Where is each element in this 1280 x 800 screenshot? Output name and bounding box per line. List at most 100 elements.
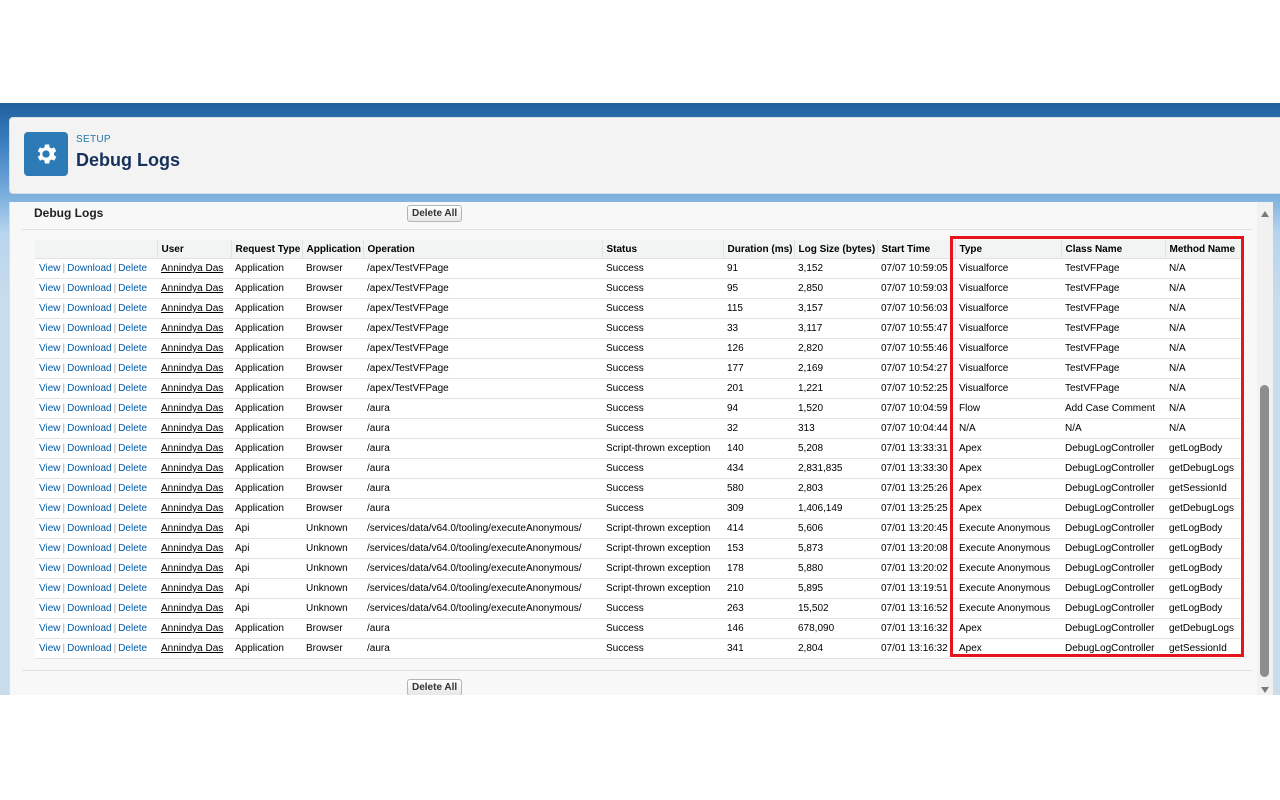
view-link[interactable]: View — [39, 283, 61, 294]
user-link[interactable]: Annindya Das — [161, 543, 223, 554]
view-link[interactable]: View — [39, 463, 61, 474]
delete-link[interactable]: Delete — [118, 643, 147, 654]
view-link[interactable]: View — [39, 623, 61, 634]
download-link[interactable]: Download — [67, 423, 111, 434]
request-type-cell: Application — [231, 358, 302, 379]
view-link[interactable]: View — [39, 423, 61, 434]
download-link[interactable]: Download — [67, 483, 111, 494]
delete-link[interactable]: Delete — [118, 543, 147, 554]
request-type-cell: Application — [231, 478, 302, 499]
view-link[interactable]: View — [39, 363, 61, 374]
status-cell: Script-thrown exception — [602, 578, 723, 599]
view-link[interactable]: View — [39, 643, 61, 654]
download-link[interactable]: Download — [67, 303, 111, 314]
user-link[interactable]: Annindya Das — [161, 463, 223, 474]
view-link[interactable]: View — [39, 403, 61, 414]
delete-link[interactable]: Delete — [118, 303, 147, 314]
download-link[interactable]: Download — [67, 283, 111, 294]
vertical-scrollbar[interactable] — [1257, 202, 1273, 695]
view-link[interactable]: View — [39, 523, 61, 534]
user-link[interactable]: Annindya Das — [161, 483, 223, 494]
download-link[interactable]: Download — [67, 263, 111, 274]
delete-link[interactable]: Delete — [118, 503, 147, 514]
delete-link[interactable]: Delete — [118, 443, 147, 454]
view-link[interactable]: View — [39, 343, 61, 354]
download-link[interactable]: Download — [67, 443, 111, 454]
user-link[interactable]: Annindya Das — [161, 643, 223, 654]
user-link[interactable]: Annindya Das — [161, 603, 223, 614]
delete-link[interactable]: Delete — [118, 283, 147, 294]
delete-all-button-bottom[interactable]: Delete All — [407, 679, 463, 695]
download-link[interactable]: Download — [67, 323, 111, 334]
download-link[interactable]: Download — [67, 603, 111, 614]
view-link[interactable]: View — [39, 303, 61, 314]
view-link[interactable]: View — [39, 263, 61, 274]
user-link[interactable]: Annindya Das — [161, 503, 223, 514]
class-name-cell: TestVFPage — [1061, 358, 1165, 379]
download-link[interactable]: Download — [67, 403, 111, 414]
download-link[interactable]: Download — [67, 543, 111, 554]
download-link[interactable]: Download — [67, 383, 111, 394]
download-link[interactable]: Download — [67, 523, 111, 534]
delete-link[interactable]: Delete — [118, 383, 147, 394]
download-link[interactable]: Download — [67, 463, 111, 474]
table-row: View | Download | Delete Annindya Das Applicat… — [35, 478, 1241, 499]
view-link[interactable]: View — [39, 583, 61, 594]
view-link[interactable]: View — [39, 443, 61, 454]
user-link[interactable]: Annindya Das — [161, 363, 223, 374]
delete-link[interactable]: Delete — [118, 363, 147, 374]
delete-link[interactable]: Delete — [118, 623, 147, 634]
view-link[interactable]: View — [39, 503, 61, 514]
delete-link[interactable]: Delete — [118, 563, 147, 574]
user-link[interactable]: Annindya Das — [161, 263, 223, 274]
user-link[interactable]: Annindya Das — [161, 443, 223, 454]
view-link[interactable]: View — [39, 483, 61, 494]
header-eyebrow: SETUP — [76, 134, 111, 145]
delete-link[interactable]: Delete — [118, 463, 147, 474]
delete-link[interactable]: Delete — [118, 603, 147, 614]
download-link[interactable]: Download — [67, 583, 111, 594]
scrollbar-thumb[interactable] — [1260, 385, 1269, 677]
download-link[interactable]: Download — [67, 623, 111, 634]
user-link[interactable]: Annindya Das — [161, 383, 223, 394]
method-name-cell: getLogBody — [1165, 518, 1241, 539]
start-time-cell: 07/07 10:52:25 — [877, 378, 955, 399]
user-link[interactable]: Annindya Das — [161, 283, 223, 294]
delete-all-button-top[interactable]: Delete All — [407, 205, 463, 222]
user-link[interactable]: Annindya Das — [161, 623, 223, 634]
delete-link[interactable]: Delete — [118, 403, 147, 414]
user-link[interactable]: Annindya Das — [161, 523, 223, 534]
download-link[interactable]: Download — [67, 343, 111, 354]
user-link[interactable]: Annindya Das — [161, 583, 223, 594]
view-link[interactable]: View — [39, 603, 61, 614]
download-link[interactable]: Download — [67, 563, 111, 574]
user-link[interactable]: Annindya Das — [161, 303, 223, 314]
method-name-cell: getSessionId — [1165, 478, 1241, 499]
delete-link[interactable]: Delete — [118, 263, 147, 274]
delete-link[interactable]: Delete — [118, 423, 147, 434]
scroll-up-arrow-icon[interactable] — [1261, 211, 1269, 217]
delete-link[interactable]: Delete — [118, 583, 147, 594]
user-link[interactable]: Annindya Das — [161, 323, 223, 334]
delete-link[interactable]: Delete — [118, 523, 147, 534]
log-size-cell: 1,520 — [794, 398, 877, 419]
delete-link[interactable]: Delete — [118, 483, 147, 494]
view-link[interactable]: View — [39, 323, 61, 334]
type-cell: Execute Anonymous — [955, 558, 1061, 579]
delete-link[interactable]: Delete — [118, 343, 147, 354]
download-link[interactable]: Download — [67, 643, 111, 654]
user-link[interactable]: Annindya Das — [161, 403, 223, 414]
scroll-down-arrow-icon[interactable] — [1261, 687, 1269, 693]
user-link[interactable]: Annindya Das — [161, 563, 223, 574]
download-link[interactable]: Download — [67, 503, 111, 514]
duration-cell: 178 — [723, 558, 794, 579]
class-name-cell: DebugLogController — [1061, 638, 1165, 659]
view-link[interactable]: View — [39, 543, 61, 554]
delete-link[interactable]: Delete — [118, 323, 147, 334]
user-link[interactable]: Annindya Das — [161, 343, 223, 354]
method-name-cell: N/A — [1165, 258, 1241, 279]
user-link[interactable]: Annindya Das — [161, 423, 223, 434]
view-link[interactable]: View — [39, 563, 61, 574]
download-link[interactable]: Download — [67, 363, 111, 374]
view-link[interactable]: View — [39, 383, 61, 394]
